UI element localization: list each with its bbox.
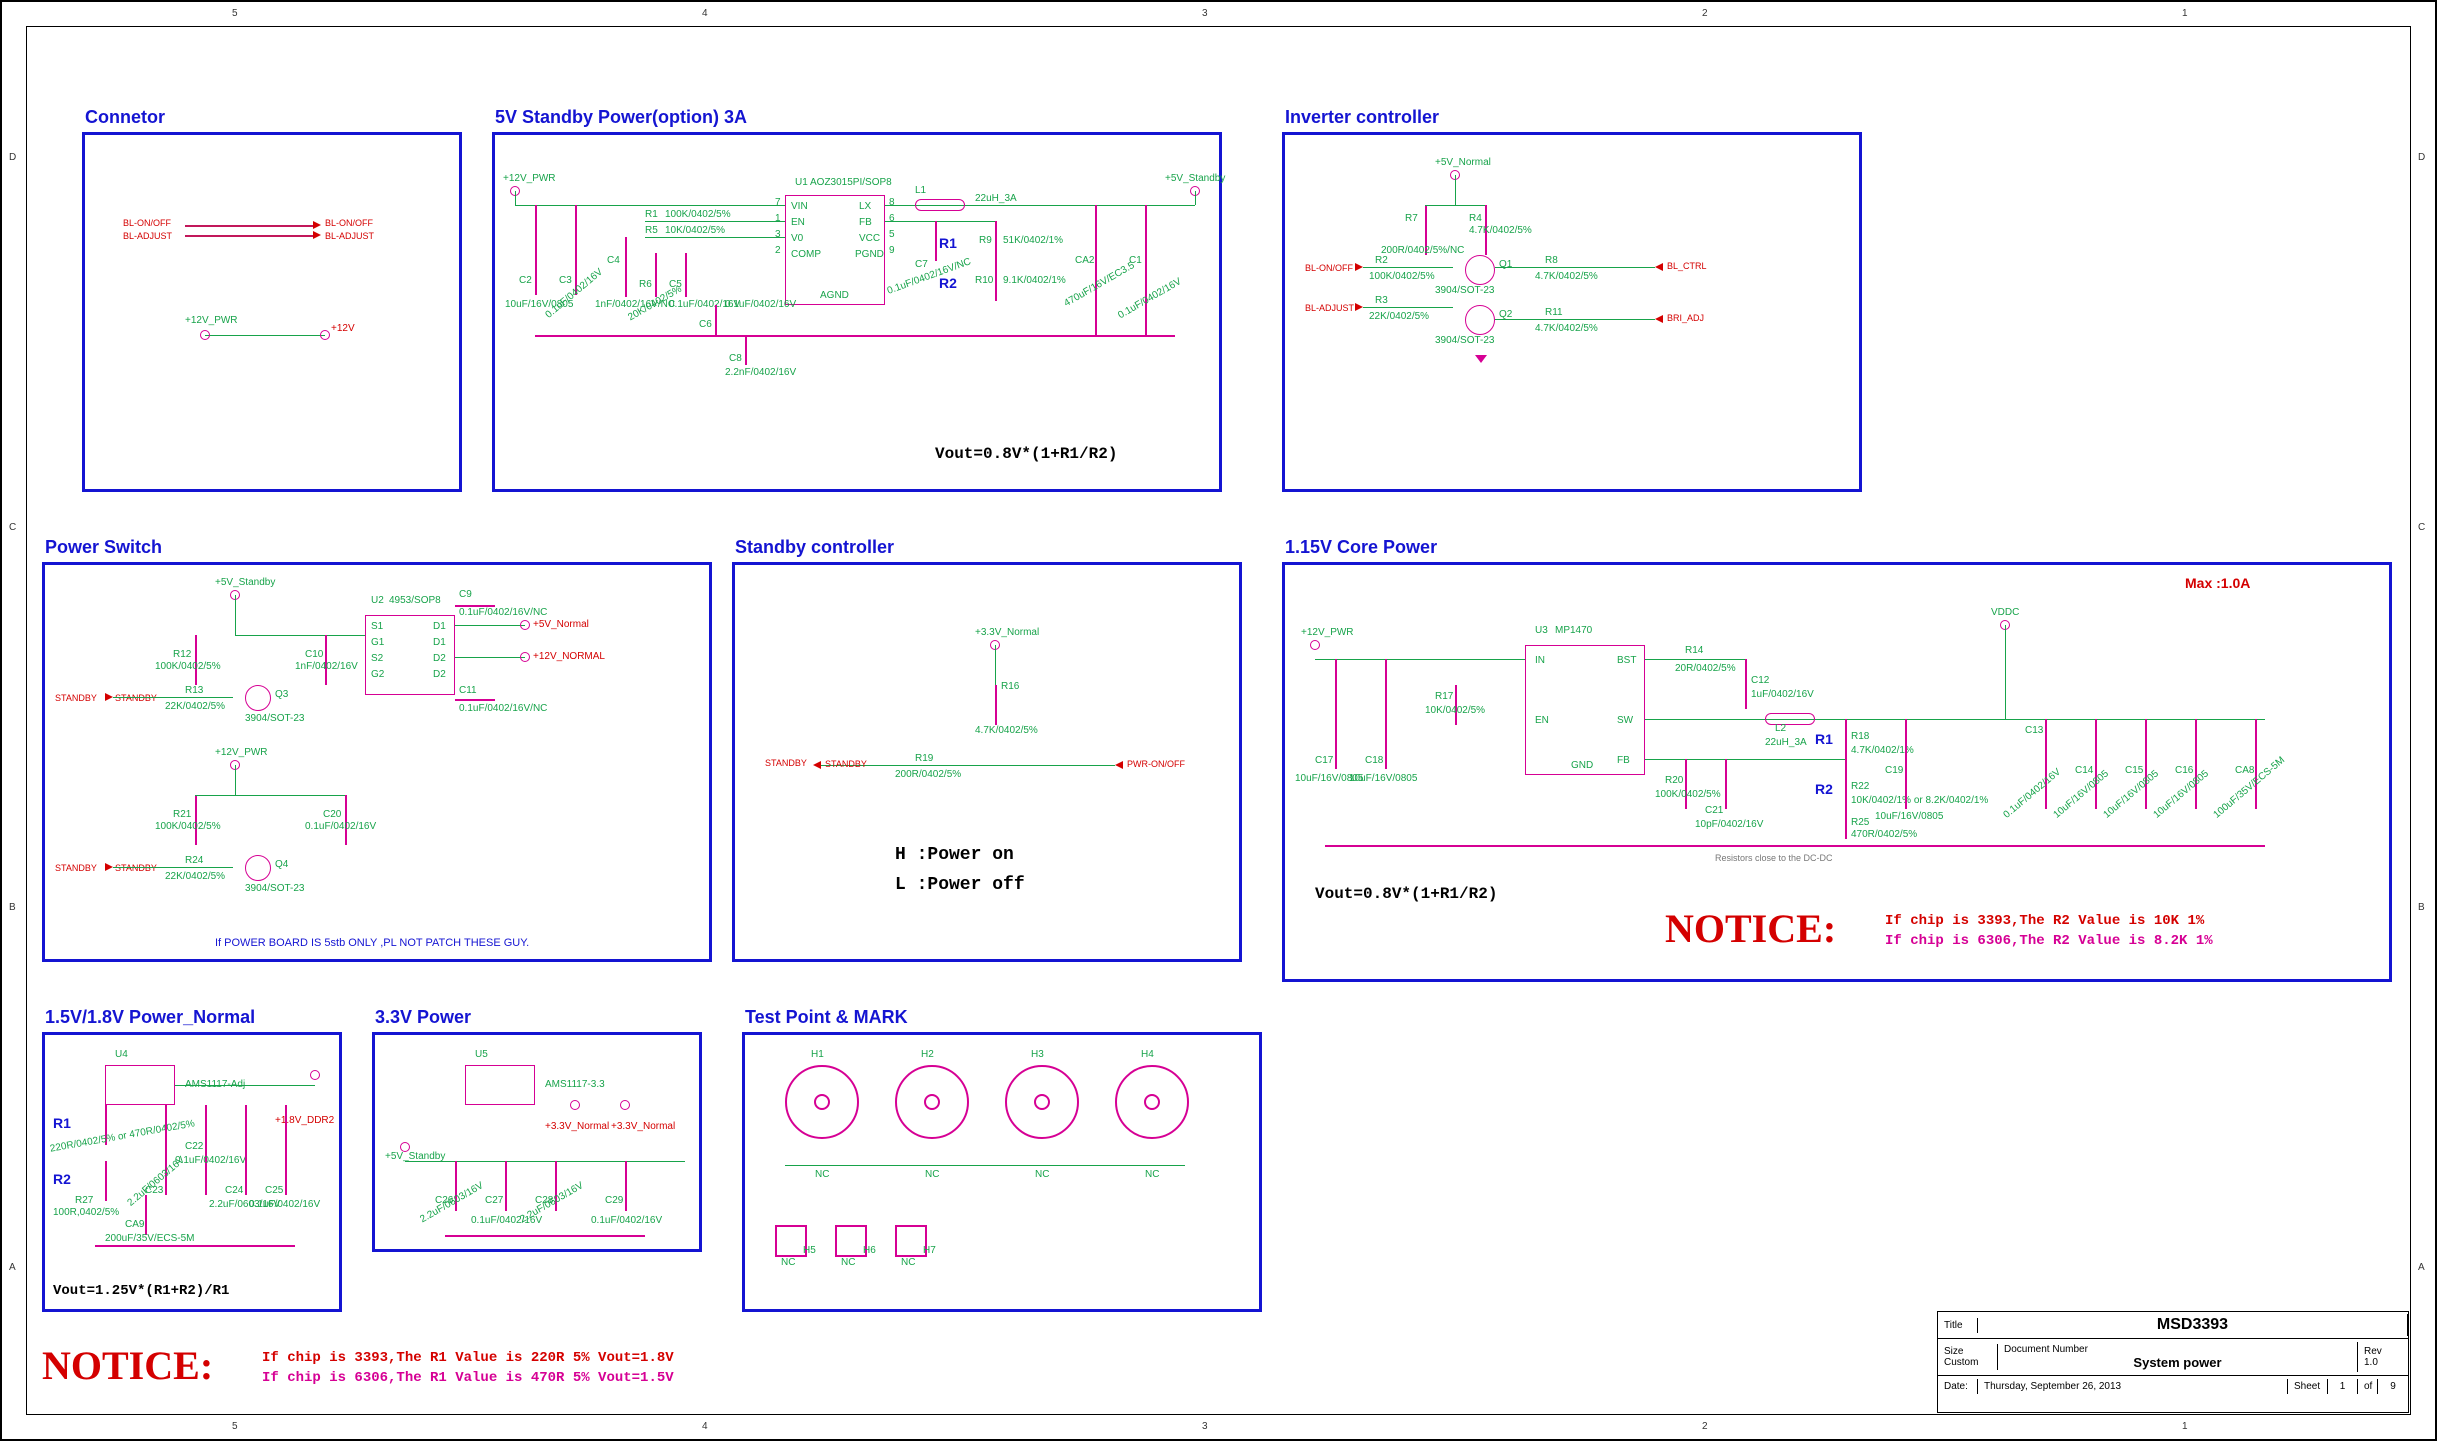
block-connector: Connetor BL-ON/OFF BL-ADJUST BL-ON/OFF B… bbox=[82, 132, 462, 492]
legend-l: L :Power off bbox=[895, 875, 1025, 895]
formula: Vout=0.8V*(1+R1/R2) bbox=[1315, 885, 1497, 903]
block-title: Power Switch bbox=[45, 537, 162, 558]
net-5v-standby: +5V_Standby bbox=[1165, 173, 1225, 184]
doc-name: System power bbox=[2004, 1355, 2351, 1370]
block-power-switch: Power Switch +5V_Standby U2 4953/SOP8 S1… bbox=[42, 562, 712, 962]
notice-label: NOTICE: bbox=[1665, 905, 1836, 952]
net-12v: +12V bbox=[331, 323, 355, 334]
block-title: Standby controller bbox=[735, 537, 894, 558]
net-pwr-onoff: PWR-ON/OFF bbox=[1127, 759, 1185, 769]
net-bl-onoff: BL-ON/OFF bbox=[325, 218, 373, 228]
notice-label: NOTICE: bbox=[42, 1342, 213, 1389]
net-vddc: VDDC bbox=[1991, 607, 2019, 618]
net-bl-adjust: BL-ADJUST bbox=[325, 231, 374, 241]
net-bri-adj: BRI_ADJ bbox=[1667, 313, 1704, 323]
formula: Vout=0.8V*(1+R1/R2) bbox=[935, 445, 1117, 463]
block-title: Test Point & MARK bbox=[745, 1007, 908, 1028]
ruler-right: D C B A bbox=[2411, 2, 2435, 1439]
chip-u4 bbox=[105, 1065, 175, 1105]
block-title: Connetor bbox=[85, 107, 165, 128]
footnote: If POWER BOARD IS 5stb ONLY ,PL NOT PATC… bbox=[215, 937, 529, 949]
block-core: 1.15V Core Power Max :1.0A U3 MP1470 IN … bbox=[1282, 562, 2392, 982]
net-12v-pwr: +12V_PWR bbox=[503, 173, 556, 184]
inductor-l1 bbox=[915, 199, 965, 211]
block-test: Test Point & MARK H1 H2 H3 H4 NC NC NC N… bbox=[742, 1032, 1262, 1312]
block-title: 5V Standby Power(option) 3A bbox=[495, 107, 747, 128]
sheet-title: MSD3393 bbox=[1978, 1314, 2408, 1336]
net-bl-ctrl: BL_CTRL bbox=[1667, 261, 1707, 271]
ruler-left: D C B A bbox=[2, 2, 26, 1439]
block-title: 1.15V Core Power bbox=[1285, 537, 1437, 558]
block-title: 3.3V Power bbox=[375, 1007, 471, 1028]
formula: Vout=1.25V*(R1+R2)/R1 bbox=[53, 1283, 229, 1299]
schematic-sheet: 5 4 3 2 1 5 4 3 2 1 D C B A D C B A Conn… bbox=[0, 0, 2437, 1441]
ruler-top: 5 4 3 2 1 bbox=[2, 2, 2435, 26]
chip-u5 bbox=[465, 1065, 535, 1105]
block-pwr33: 3.3V Power U5 AMS1117-3.3 +5V_Standby C2… bbox=[372, 1032, 702, 1252]
net-5v-normal: +5V_Normal bbox=[1435, 157, 1491, 168]
block-standby-ctrl: Standby controller +3.3V_Normal R16 4.7K… bbox=[732, 562, 1242, 962]
block-pwr15: 1.5V/1.8V Power_Normal U4 AMS1117-Adj +1… bbox=[42, 1032, 342, 1312]
block-title: Inverter controller bbox=[1285, 107, 1439, 128]
notice-line2: If chip is 6306,The R1 Value is 470R 5% … bbox=[262, 1370, 674, 1386]
ruler-bottom: 5 4 3 2 1 bbox=[2, 1415, 2435, 1439]
block-inverter: Inverter controller +5V_Normal R7 200R/0… bbox=[1282, 132, 1862, 492]
core-max: Max :1.0A bbox=[2185, 575, 2250, 591]
block-title: 1.5V/1.8V Power_Normal bbox=[45, 1007, 255, 1028]
block-5v-standby: 5V Standby Power(option) 3A U1 AOZ3015PI… bbox=[492, 132, 1222, 492]
net-12v-pwr: +12V_PWR bbox=[185, 315, 238, 326]
notice-line1: If chip is 3393,The R1 Value is 220R 5% … bbox=[262, 1350, 674, 1366]
title-block: Title MSD3393 Size Custom Document Numbe… bbox=[1937, 1311, 2409, 1413]
legend-h: H :Power on bbox=[895, 845, 1014, 865]
